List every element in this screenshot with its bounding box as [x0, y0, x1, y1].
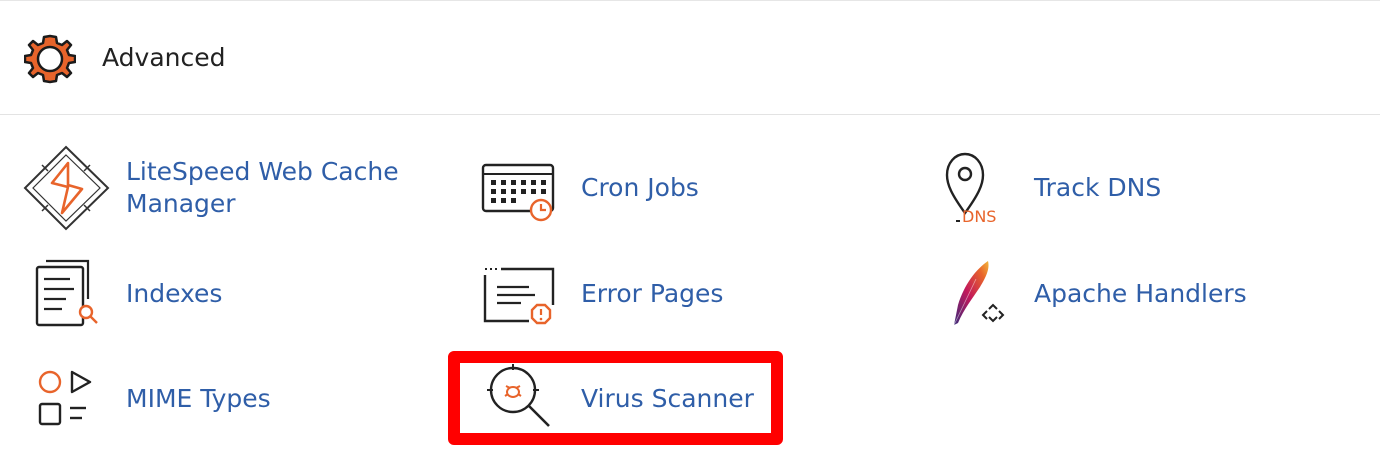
virus-scanner-label: Virus Scanner	[581, 384, 754, 413]
track-dns-label: Track DNS	[1034, 173, 1162, 202]
litespeed-cache-label: LiteSpeed Web Cache Manager	[126, 157, 399, 218]
cron-jobs-label: Cron Jobs	[581, 173, 699, 202]
error-pages-link[interactable]: Error Pages	[477, 249, 897, 339]
section-header[interactable]: Advanced	[0, 1, 1380, 115]
track-dns-link[interactable]: DNS Track DNS	[930, 143, 1350, 233]
mime-types-label: MIME Types	[126, 384, 271, 413]
section-title: Advanced	[102, 43, 226, 72]
bug-magnifier-icon	[477, 354, 567, 444]
error-pages-label: Error Pages	[581, 279, 724, 308]
indexes-link[interactable]: Indexes	[22, 249, 442, 339]
document-search-icon	[22, 249, 112, 339]
mime-types-link[interactable]: MIME Types	[22, 354, 442, 444]
location-pin-dns-icon: DNS	[930, 143, 1020, 233]
virus-scanner-link[interactable]: Virus Scanner	[477, 354, 897, 444]
cron-jobs-link[interactable]: Cron Jobs	[477, 143, 897, 233]
gear-icon	[23, 33, 77, 85]
advanced-panel: Advanced LiteSpeed Web Cache Manager Cro…	[0, 0, 1380, 459]
dns-icon-text: DNS	[962, 207, 996, 226]
apache-handlers-link[interactable]: Apache Handlers	[930, 249, 1350, 339]
apache-handlers-label: Apache Handlers	[1034, 279, 1247, 308]
calendar-clock-icon	[477, 143, 567, 233]
indexes-label: Indexes	[126, 279, 223, 308]
litespeed-icon	[22, 143, 112, 233]
browser-warning-icon	[477, 249, 567, 339]
litespeed-cache-link[interactable]: LiteSpeed Web Cache Manager	[22, 143, 442, 233]
apache-feather-icon	[930, 249, 1020, 339]
shapes-icon	[22, 354, 112, 444]
